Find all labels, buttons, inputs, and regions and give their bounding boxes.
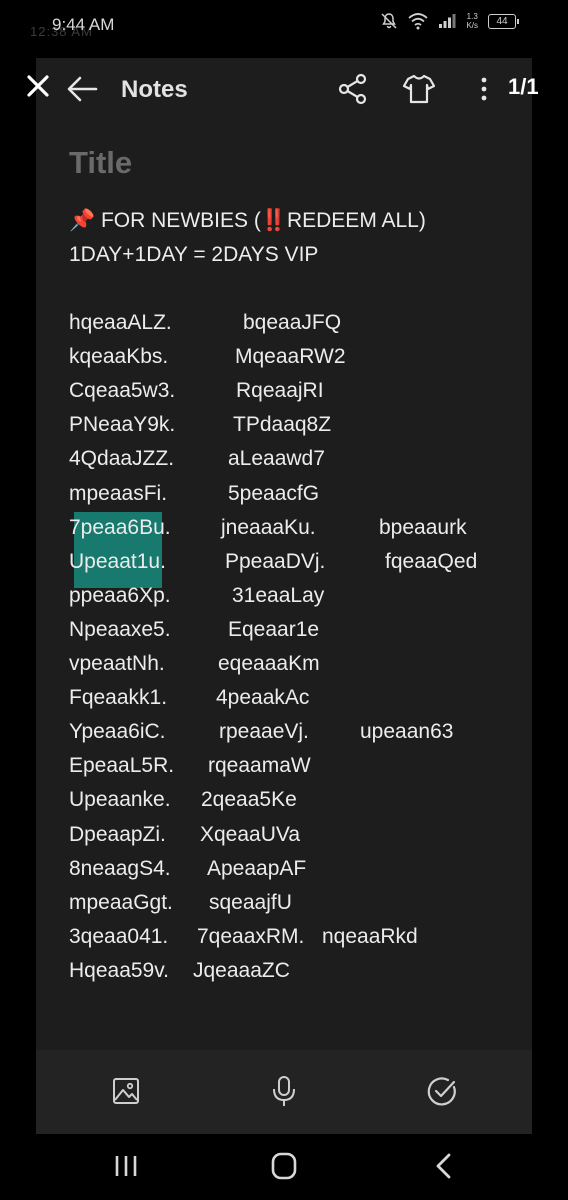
code-entry[interactable]: 7qeaaxRM. — [197, 925, 304, 949]
code-entry[interactable]: Eqeaar1e — [228, 618, 319, 642]
code-entry[interactable]: bpeaaurk — [379, 516, 467, 540]
code-entry[interactable]: ApeaapAF — [207, 857, 306, 881]
home-button[interactable] — [264, 1148, 304, 1184]
note-header-line-2[interactable]: 1DAY+1DAY = 2DAYS VIP — [69, 243, 318, 267]
more-vertical-icon — [481, 77, 487, 101]
code-entry[interactable]: 5peaacfG — [228, 482, 319, 506]
close-icon — [27, 75, 49, 97]
code-entry[interactable]: 2qeaa5Ke — [201, 788, 297, 812]
code-entry[interactable]: kqeaaKbs. — [69, 345, 168, 369]
code-entry[interactable]: PpeaaDVj. — [225, 550, 325, 574]
back-button[interactable] — [66, 72, 100, 106]
code-entry[interactable]: upeaan63 — [360, 720, 453, 744]
code-entry[interactable]: fqeaaQed — [385, 550, 477, 574]
note-header-line-1[interactable]: 📌 FOR NEWBIES (‼️REDEEM ALL) — [69, 209, 426, 233]
insert-image-button[interactable] — [109, 1074, 143, 1108]
code-entry[interactable]: eqeaaaKm — [218, 652, 320, 676]
code-entry[interactable]: Hqeaa59v. — [69, 959, 169, 983]
code-entry[interactable]: jneaaaKu. — [221, 516, 316, 540]
close-button[interactable] — [22, 70, 56, 104]
code-entry[interactable]: rqeaamaW — [208, 754, 311, 778]
toolbar-title: Notes — [121, 76, 188, 103]
code-entry[interactable]: mpeaaGgt. — [69, 891, 173, 915]
recents-button[interactable] — [106, 1148, 146, 1184]
nav-back-button[interactable] — [424, 1148, 464, 1184]
code-entry[interactable]: nqeaaRkd — [322, 925, 418, 949]
speed-value: 1.3 — [466, 12, 478, 21]
share-icon — [338, 73, 367, 105]
code-entry[interactable]: Npeaaxe5. — [69, 618, 171, 642]
code-entry[interactable]: 3qeaa041. — [69, 925, 168, 949]
image-icon — [113, 1078, 139, 1104]
code-entry[interactable]: MqeaaRW2 — [235, 345, 346, 369]
code-entry[interactable]: 7peaa6Bu. — [69, 516, 171, 540]
code-entry[interactable]: JqeaaaZC — [193, 959, 290, 983]
code-entry[interactable]: Cqeaa5w3. — [69, 379, 175, 403]
battery-icon: 44 — [488, 13, 519, 29]
voice-input-button[interactable] — [267, 1074, 301, 1108]
recents-icon — [115, 1156, 137, 1176]
theme-button[interactable] — [402, 72, 436, 106]
code-entry[interactable]: vpeaatNh. — [69, 652, 165, 676]
code-entry[interactable]: EpeaaL5R. — [69, 754, 174, 778]
shirt-icon — [402, 74, 436, 104]
code-entry[interactable]: 31eaaLay — [232, 584, 324, 608]
code-entry[interactable]: 8neaagS4. — [69, 857, 171, 881]
code-entry[interactable]: RqeaajRI — [236, 379, 324, 403]
code-entry[interactable]: aLeaawd7 — [228, 447, 325, 471]
code-entry[interactable]: XqeaaUVa — [200, 823, 300, 847]
code-entry[interactable]: bqeaaJFQ — [243, 311, 341, 335]
code-entry[interactable]: hqeaaALZ. — [69, 311, 172, 335]
code-entry[interactable]: Fqeaakk1. — [69, 686, 167, 710]
status-icons: 1.3 K/s 44 — [380, 12, 519, 30]
signal-icon — [439, 14, 456, 28]
network-speed: 1.3 K/s — [466, 12, 478, 30]
share-button[interactable] — [336, 72, 370, 106]
code-entry[interactable]: Upeaanke. — [69, 788, 171, 812]
microphone-icon — [273, 1076, 295, 1106]
nav-back-icon — [436, 1153, 451, 1179]
code-entry[interactable]: mpeaasFi. — [69, 482, 167, 506]
code-entry[interactable]: PNeaaY9k. — [69, 413, 175, 437]
code-entry[interactable]: Ypeaa6iC. — [69, 720, 166, 744]
code-entry[interactable]: ppeaa6Xp. — [69, 584, 171, 608]
more-options-button[interactable] — [474, 72, 494, 106]
code-entry[interactable]: DpeaapZi. — [69, 823, 166, 847]
mute-icon — [381, 13, 397, 29]
home-icon — [271, 1152, 297, 1180]
code-entry[interactable]: Upeaat1u. — [69, 550, 166, 574]
code-entry[interactable]: TPdaaq8Z — [233, 413, 331, 437]
code-entry[interactable]: rpeaaeVj. — [219, 720, 309, 744]
speed-unit: K/s — [466, 21, 478, 30]
code-entry[interactable]: sqeaajfU — [209, 891, 292, 915]
status-time: 9:44 AM — [52, 15, 115, 34]
check-circle-icon — [427, 1077, 456, 1106]
wifi-icon — [408, 13, 429, 30]
page-counter: 1/1 — [508, 74, 539, 99]
note-title-field[interactable]: Title — [69, 145, 132, 181]
arrow-left-icon — [67, 76, 98, 102]
code-entry[interactable]: 4QdaaJZZ. — [69, 447, 174, 471]
code-entry[interactable]: 4peaakAc — [216, 686, 309, 710]
checklist-button[interactable] — [425, 1074, 459, 1108]
